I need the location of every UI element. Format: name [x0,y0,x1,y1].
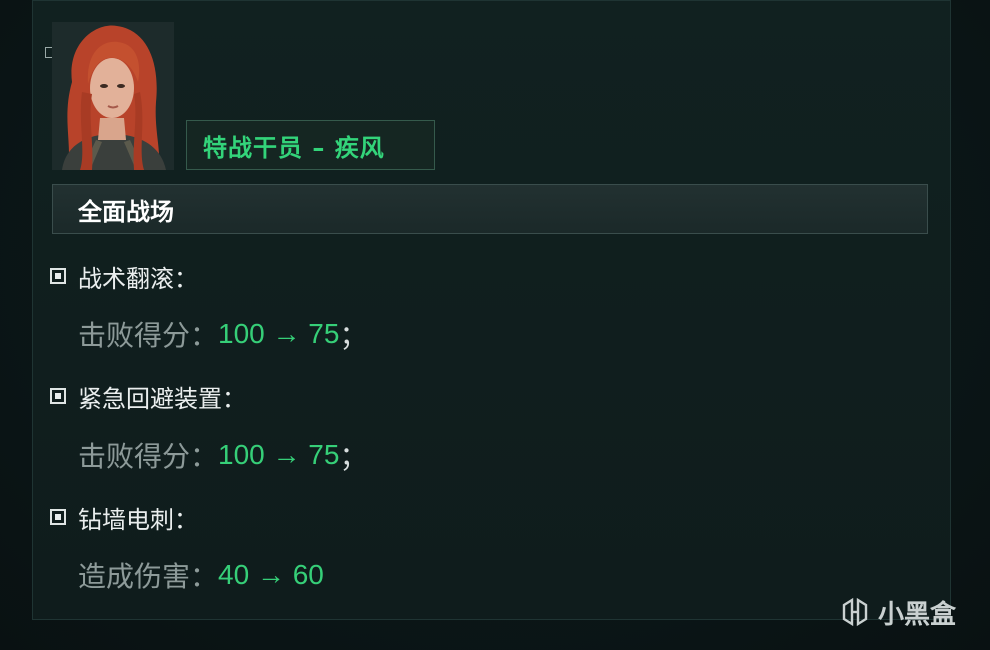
skill-change-2: 击败得分： 100 → 75 ； [78,437,367,473]
section-title: 全面战场 [78,197,174,226]
skill-change-3: 造成伤害： 40 → 60 [78,557,324,593]
bullet-square-icon [50,509,66,525]
skill-name: 钻墙电刺： [78,505,198,534]
heybox-watermark: 小黑盒 [840,595,957,630]
heybox-logo-icon [842,597,868,627]
change-label: 造成伤害： [78,560,219,593]
skill-change-1: 击败得分： 100 → 75 ； [78,316,367,352]
operator-avatar [52,22,174,170]
bullet-square-icon [50,388,66,404]
change-value: 100 → 75 [218,439,340,470]
change-label: 击败得分： [78,319,219,352]
skill-item-2: 紧急回避装置： [50,378,246,414]
change-suffix: ； [339,319,368,352]
change-label: 击败得分： [78,440,219,473]
skill-name: 战术翻滚： [78,264,198,293]
change-value: 40 → 60 [218,559,324,590]
skill-item-3: 钻墙电刺： [50,499,198,535]
skill-name: 紧急回避装置： [78,384,246,413]
change-suffix: ； [339,440,368,473]
skill-item-1: 战术翻滚： [50,258,198,294]
change-value: 100 → 75 [218,318,340,349]
section-header: 全面战场 [52,184,928,234]
operator-name-tag: 特战干员 – 疾风 [186,120,435,170]
watermark-text: 小黑盒 [878,599,957,630]
operator-name-text: 特战干员 – 疾风 [203,133,385,162]
bullet-square-icon [50,268,66,284]
